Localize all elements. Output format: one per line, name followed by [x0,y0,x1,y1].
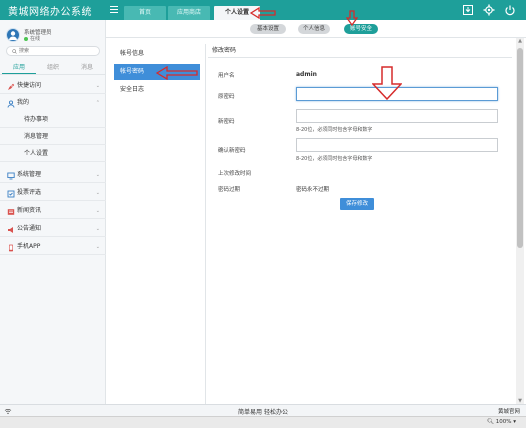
menu-voting[interactable]: 投票评选 ⌄ [0,185,106,201]
save-button[interactable]: 保存修改 [340,198,374,210]
app-title: 黄城网络办公系统 [8,7,92,18]
person-icon [7,99,15,108]
side-tab-apps[interactable]: 应用 [2,62,36,74]
last-change-label: 上次修改时间 [218,171,252,177]
footer-slogan: 简单易用 轻松办公 [238,409,288,416]
sidebar: 系统管理员 在线 应用 组织 消息 快捷访问⌄ 我的⌃ 待办事项 消息管理 个人… [0,20,106,404]
menu-todo[interactable]: 待办事项 [0,112,106,128]
zoom-value: 100% [495,419,512,425]
megaphone-icon [7,225,15,233]
change-password-panel: 修改密码 用户名 admin 原密码 新密码 8-20位，必须同时包含字母和数字… [208,44,512,404]
news-icon [7,207,15,215]
menu-label: 投票评选 [17,189,42,196]
menu-quick-access[interactable]: 快捷访问 ⌄ [0,78,106,94]
search-input[interactable] [19,47,95,55]
menu-label: 个人设置 [24,150,49,157]
browser-statusbar: 🔍︎ 100% ▾ [0,416,526,428]
power-icon[interactable] [504,4,516,16]
phone-icon [7,243,15,252]
footer-official-site-link[interactable]: 黄城官网 [498,407,520,415]
old-password-label: 原密码 [218,94,235,100]
vote-icon [7,189,15,198]
gear-icon[interactable] [483,4,495,16]
nav-security-log[interactable]: 安全日志 [114,82,200,98]
menu-label: 快捷访问 [17,82,42,89]
side-tabs-divider [0,74,106,75]
scroll-thumb[interactable] [517,48,523,248]
scroll-up-icon[interactable]: ▲ [516,38,524,44]
subtab-personal-info[interactable]: 个人信息 [298,24,330,34]
menu-label: 消息管理 [24,133,49,140]
chevron-up-icon: ⌃ [95,100,100,106]
side-tabs: 应用 组织 消息 [0,62,106,74]
annotation-arrow-down-icon [372,66,402,100]
menu-system-management[interactable]: 系统管理 ⌄ [0,167,106,183]
panel-title: 修改密码 [208,44,512,58]
annotation-arrow-left-icon [156,66,198,80]
chevron-down-icon: ⌄ [95,172,100,178]
password-expire-value: 密码永不过期 [296,187,330,193]
annotation-arrow-down-icon [346,10,358,26]
menu-mobile-app[interactable]: 手机APP ⌄ [0,239,106,255]
tab-home[interactable]: 首页 [124,6,166,20]
annotation-arrow-left-icon [250,7,276,19]
nav-account-info[interactable]: 帐号信息 [114,46,200,62]
scrollbar[interactable]: ▲ ▼ [516,38,524,404]
menu-news[interactable]: 新闻资讯 ⌄ [0,203,106,219]
side-tab-org[interactable]: 组织 [36,62,70,74]
monitor-icon [7,171,15,180]
avatar[interactable] [6,28,20,42]
user-status: 在线 [24,35,40,42]
menu-label: 新闻资讯 [17,207,42,214]
chevron-down-icon: ⌄ [95,226,100,232]
new-password-label: 新密码 [218,119,235,125]
user-status-text: 在线 [30,36,41,42]
confirm-password-field[interactable] [296,138,498,152]
search-icon [12,49,17,54]
confirm-password-hint: 8-20位，必须同时包含字母和数字 [296,156,373,162]
search-box[interactable] [6,46,100,56]
footer: 简单易用 轻松办公 黄城官网 [0,404,526,416]
chevron-down-icon: ⌄ [95,190,100,196]
download-icon[interactable] [462,4,474,16]
chevron-down-icon: ⌄ [95,83,100,89]
side-tab-messages[interactable]: 消息 [70,62,104,74]
subtab-basic-settings[interactable]: 基本设置 [250,24,286,34]
menu-announcements[interactable]: 公告通知 ⌄ [0,221,106,237]
password-expire-label: 密码过期 [218,187,241,193]
menu-label: 系统管理 [17,171,42,178]
settings-subtabs: 基本设置 个人信息 账号安全 [106,20,526,38]
zoom-level[interactable]: 🔍︎ 100% ▾ [487,419,516,425]
menu-personal-settings[interactable]: 个人设置 [0,146,106,162]
menu-label: 公告通知 [17,225,42,232]
menu-mine[interactable]: 我的 ⌃ [0,95,106,111]
username-value: admin [296,71,317,78]
chevron-down-icon: ⌄ [95,244,100,250]
zoom-icon: 🔍︎ [487,419,494,425]
rocket-icon [7,82,15,90]
menu-toggle-icon[interactable] [110,6,118,13]
chevron-down-icon: ⌄ [95,208,100,214]
new-password-field[interactable] [296,109,498,123]
new-password-hint: 8-20位，必须同时包含字母和数字 [296,127,373,133]
menu-label: 我的 [17,99,30,106]
confirm-password-label: 确认新密码 [218,148,246,154]
tab-app-store[interactable]: 应用商店 [168,6,210,20]
security-nav: 帐号信息 帐号密码 安全日志 [108,44,206,404]
online-dot-icon [24,36,28,41]
menu-label: 待办事项 [24,116,49,123]
menu-label: 手机APP [17,243,41,250]
username-label: 用户名 [218,73,235,79]
menu-message-management[interactable]: 消息管理 [0,129,106,145]
